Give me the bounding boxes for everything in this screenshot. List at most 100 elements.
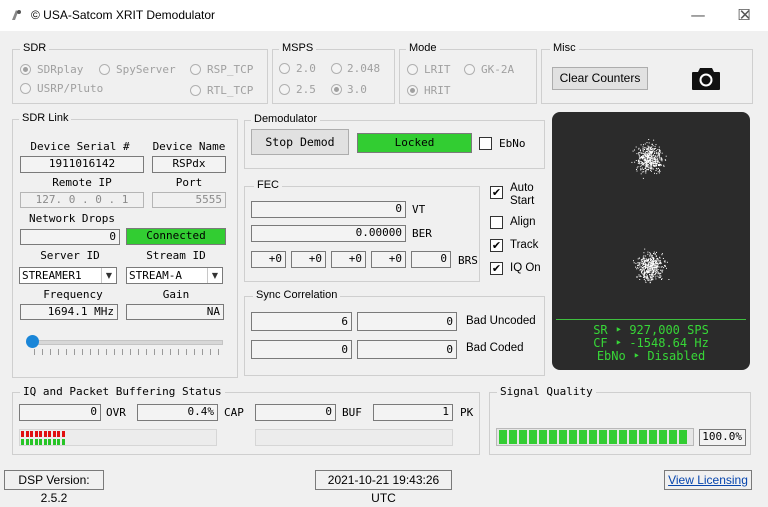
constellation-point <box>655 267 656 269</box>
constellation-point <box>649 273 650 275</box>
constellation-point <box>660 263 662 264</box>
gain-slider-track[interactable] <box>28 340 223 345</box>
iq-on-checkbox[interactable]: ✔ <box>490 262 503 275</box>
constellation-point <box>644 266 646 268</box>
constellation-point <box>645 170 647 172</box>
network-drops-label: Network Drops <box>28 212 116 225</box>
constellation-point <box>643 274 645 276</box>
constellation-point <box>660 164 662 166</box>
mode-radio-gk2a[interactable] <box>464 64 475 75</box>
constellation-point <box>652 145 654 147</box>
constellation-point <box>651 151 653 153</box>
constellation-point <box>661 266 663 268</box>
constellation-point <box>654 260 656 262</box>
constellation-point <box>660 275 662 277</box>
close-button[interactable]: ✕ <box>722 0 768 31</box>
stream-id-select[interactable]: STREAM-A ▼ <box>126 267 223 284</box>
constellation-point <box>649 149 651 151</box>
constellation-point <box>645 271 647 273</box>
constellation-point <box>652 161 654 163</box>
constellation-point <box>649 157 651 159</box>
constellation-point <box>648 263 650 265</box>
uncoded-field-2: 0 <box>357 312 457 331</box>
constellation-point <box>656 265 658 267</box>
auto-start-label-line1: Auto <box>510 182 534 194</box>
buf-label: BUF <box>342 406 362 419</box>
constellation-point <box>657 153 659 155</box>
constellation-point <box>636 153 638 155</box>
constellation-point <box>640 149 641 151</box>
mode-radio-hrit[interactable] <box>407 85 418 96</box>
msps-radio-2-048[interactable] <box>331 63 342 74</box>
constellation-point <box>656 271 658 273</box>
constellation-point <box>656 270 658 272</box>
sdr-radio-rsp-tcp[interactable] <box>190 64 201 75</box>
auto-start-checkbox[interactable]: ✔ <box>490 186 503 199</box>
constellation-point <box>647 155 649 157</box>
msps-radio-2-5[interactable] <box>279 84 290 95</box>
constellation-point <box>648 169 649 171</box>
constellation-point <box>665 155 667 157</box>
constellation-point <box>652 157 654 159</box>
mode-radio-lrit[interactable] <box>407 64 418 75</box>
camera-icon[interactable] <box>691 66 721 91</box>
constellation-point <box>656 153 658 155</box>
constellation-point <box>657 160 659 162</box>
constellation-point <box>658 277 660 279</box>
constellation-point <box>651 267 653 269</box>
constellation-point <box>654 253 656 255</box>
sdr-radio-spyserver[interactable] <box>99 64 110 75</box>
constellation-point <box>647 277 649 279</box>
constellation-point <box>643 276 645 277</box>
constellation-point <box>646 169 647 171</box>
remote-ip-field[interactable]: 127. 0 . 0 . 1 <box>20 192 144 208</box>
sdr-radio-sdrplay[interactable] <box>20 64 31 75</box>
constellation-point <box>647 165 649 167</box>
msps-radio-2-0[interactable] <box>279 63 290 74</box>
signal-quality-segment <box>569 430 577 444</box>
msps-radio-3-0[interactable] <box>331 84 342 95</box>
constellation-point <box>653 251 655 253</box>
sdr-radio-rtl-tcp[interactable] <box>190 85 201 96</box>
constellation-point <box>651 254 653 256</box>
constellation-point <box>653 269 655 271</box>
ebno-checkbox[interactable] <box>479 137 492 150</box>
auto-start-label: Auto Start <box>510 182 534 208</box>
led-segment <box>21 439 24 445</box>
constellation-point <box>640 169 642 171</box>
gain-slider-thumb[interactable] <box>26 335 39 348</box>
pk-label: PK <box>460 406 474 419</box>
constellation-point <box>652 261 653 263</box>
constellation-point <box>654 162 656 164</box>
constellation-point <box>650 158 652 160</box>
stop-demod-button[interactable]: Stop Demod <box>251 129 349 155</box>
constellation-point <box>649 151 651 153</box>
constellation-point <box>643 144 644 146</box>
clear-counters-button[interactable]: Clear Counters <box>552 67 648 90</box>
constellation-point <box>644 270 645 272</box>
constellation-point <box>641 162 643 164</box>
constellation-point <box>638 159 640 161</box>
timestamp: 2021-10-21 19:43:26 UTC <box>315 470 452 505</box>
constellation-point <box>665 159 667 161</box>
sdr-radio-usrp-pluto[interactable] <box>20 83 31 94</box>
view-licensing-link[interactable]: View Licensing <box>664 470 752 490</box>
demodulator-group-label: Demodulator <box>251 113 320 125</box>
constellation-point <box>658 170 660 172</box>
constellation-point <box>650 280 652 282</box>
server-id-select[interactable]: STREAMER1 ▼ <box>19 267 117 284</box>
constellation-point <box>650 164 652 165</box>
constellation-point <box>650 269 652 271</box>
track-checkbox[interactable]: ✔ <box>490 239 503 252</box>
brs-field-2: +0 <box>291 251 326 268</box>
constellation-point <box>655 164 657 166</box>
port-field[interactable]: 5555 <box>152 192 226 208</box>
constellation-point <box>636 276 638 278</box>
led-segment <box>57 431 60 437</box>
msps-label-2-048: 2.048 <box>347 62 381 75</box>
constellation-point <box>645 155 647 156</box>
constellation-point <box>649 264 651 266</box>
constellation-point <box>661 253 663 255</box>
sdr-label-sdrplay: SDRplay <box>37 63 84 76</box>
align-checkbox[interactable] <box>490 216 503 229</box>
